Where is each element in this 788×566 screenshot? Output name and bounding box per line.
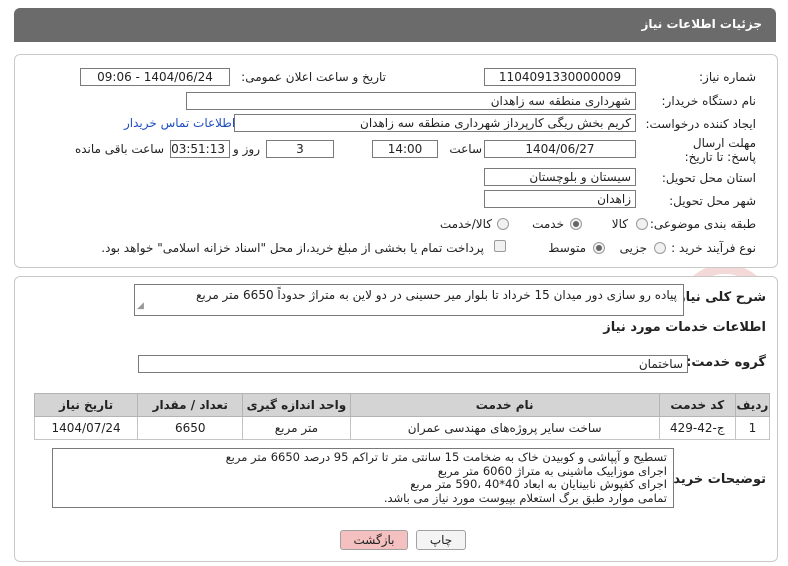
- buyer-org-label: نام دستگاه خریدار:: [661, 94, 757, 108]
- days-label: روز و: [233, 142, 260, 156]
- creator-label: ایجاد کننده درخواست:: [645, 117, 756, 131]
- summary-text: پیاده رو سازی دور میدان 15 خرداد تا بلوا…: [195, 288, 677, 302]
- cell-row: 1: [734, 416, 771, 440]
- col-name: نام خدمت: [349, 393, 660, 417]
- services-table-header: ردیف کد خدمت نام خدمت واحد اندازه گیری ت…: [33, 393, 771, 417]
- cell-date: 1404/07/24: [33, 416, 139, 440]
- category-goods-service-radio[interactable]: [497, 218, 509, 230]
- process-type-label: نوع فرآیند خرید :: [671, 241, 756, 255]
- buyer-org-field: شهرداری منطقه سه زاهدان: [186, 92, 636, 110]
- announce-datetime-field: 1404/06/24 - 09:06: [80, 68, 230, 86]
- remaining-time-field: 03:51:13: [170, 140, 230, 158]
- need-number-field: 1104091330000009: [484, 68, 636, 86]
- summary-textarea: پیاده رو سازی دور میدان 15 خرداد تا بلوا…: [134, 284, 684, 316]
- service-group-field: ساختمان: [138, 355, 688, 373]
- creator-field: کریم بخش ریگی کارپرداز شهرداری منطقه سه …: [234, 114, 636, 132]
- table-row: 1 ج-42-429 ساخت سایر پروژه‌های مهندسی عم…: [33, 416, 771, 440]
- col-code: کد خدمت: [658, 393, 736, 417]
- cell-code: ج-42-429: [658, 416, 736, 440]
- announce-label: تاریخ و ساعت اعلان عمومی:: [241, 70, 386, 84]
- process-medium-label: متوسط: [548, 241, 586, 255]
- buyer-notes-line: اجرای کفپوش نابینایان به ابعاد 40*40 ،59…: [410, 477, 667, 491]
- buyer-notes-line: تسطیح و آپپاشی و کوبیدن خاک به ضخامت 15 …: [225, 450, 667, 464]
- province-field: سیستان و بلوچستان: [484, 168, 636, 186]
- services-section-title: اطلاعات خدمات مورد نیاز: [603, 320, 766, 335]
- need-info-panel: [14, 54, 778, 268]
- page-title: جزئیات اطلاعات نیاز: [641, 17, 762, 31]
- services-table: ردیف کد خدمت نام خدمت واحد اندازه گیری ت…: [33, 393, 771, 440]
- deadline-time-field: 14:00: [372, 140, 438, 158]
- deadline-date-field: 1404/06/27: [484, 140, 636, 158]
- process-minor-label: جزیی: [619, 241, 647, 255]
- city-field: زاهدان: [484, 190, 636, 208]
- print-button[interactable]: چاپ: [416, 530, 466, 550]
- category-label: طبقه بندی موضوعی:: [649, 217, 756, 231]
- category-goods-service-label: کالا/خدمت: [439, 217, 492, 231]
- treasury-payment-note: پرداخت تمام یا بخشی از مبلغ خرید،از محل …: [101, 241, 484, 255]
- page-header: جزئیات اطلاعات نیاز: [14, 8, 776, 42]
- cell-unit: متر مربع: [242, 416, 351, 440]
- deadline-time-label: ساعت: [449, 142, 482, 156]
- resize-grip-icon[interactable]: ◢: [137, 298, 144, 314]
- buyer-notes-line: اجرای موزاییک ماشینی به متراژ 6060 متر م…: [437, 463, 667, 478]
- province-label: استان محل تحویل:: [661, 171, 756, 185]
- back-button[interactable]: بازگشت: [340, 530, 408, 550]
- city-label: شهر محل تحویل:: [669, 194, 756, 208]
- process-minor-radio[interactable]: [654, 242, 666, 254]
- buyer-notes-line: تمامی موارد طبق برگ استعلام بپیوست مورد …: [383, 490, 667, 505]
- process-medium-radio[interactable]: [593, 242, 605, 254]
- category-goods-label: کالا: [611, 217, 628, 231]
- cell-qty: 6650: [137, 416, 244, 440]
- summary-label: شرح کلی نیاز:: [672, 290, 766, 305]
- col-row: ردیف: [734, 393, 771, 417]
- col-date: تاریخ نیاز: [33, 393, 139, 417]
- category-service-label: خدمت: [532, 217, 564, 231]
- col-qty: تعداد / مقدار: [137, 393, 244, 417]
- category-service-radio[interactable]: [570, 218, 582, 230]
- treasury-payment-checkbox[interactable]: [494, 240, 506, 252]
- col-unit: واحد اندازه گیری: [242, 393, 351, 417]
- buyer-notes-textarea: تسطیح و آپپاشی و کوبیدن خاک به ضخامت 15 …: [52, 448, 674, 508]
- need-number-label: شماره نیاز:: [699, 70, 756, 84]
- remaining-time-label: ساعت باقی مانده: [74, 142, 164, 156]
- category-goods-radio[interactable]: [636, 218, 648, 230]
- cell-name: ساخت سایر پروژه‌های مهندسی عمران: [349, 416, 660, 440]
- deadline-label: مهلت ارسال پاسخ: تا تاریخ:: [684, 136, 756, 164]
- days-remaining-field: 3: [266, 140, 334, 158]
- service-group-label: گروه خدمت:: [686, 355, 766, 370]
- buyer-contact-link[interactable]: اطلاعات تماس خریدار: [124, 116, 235, 130]
